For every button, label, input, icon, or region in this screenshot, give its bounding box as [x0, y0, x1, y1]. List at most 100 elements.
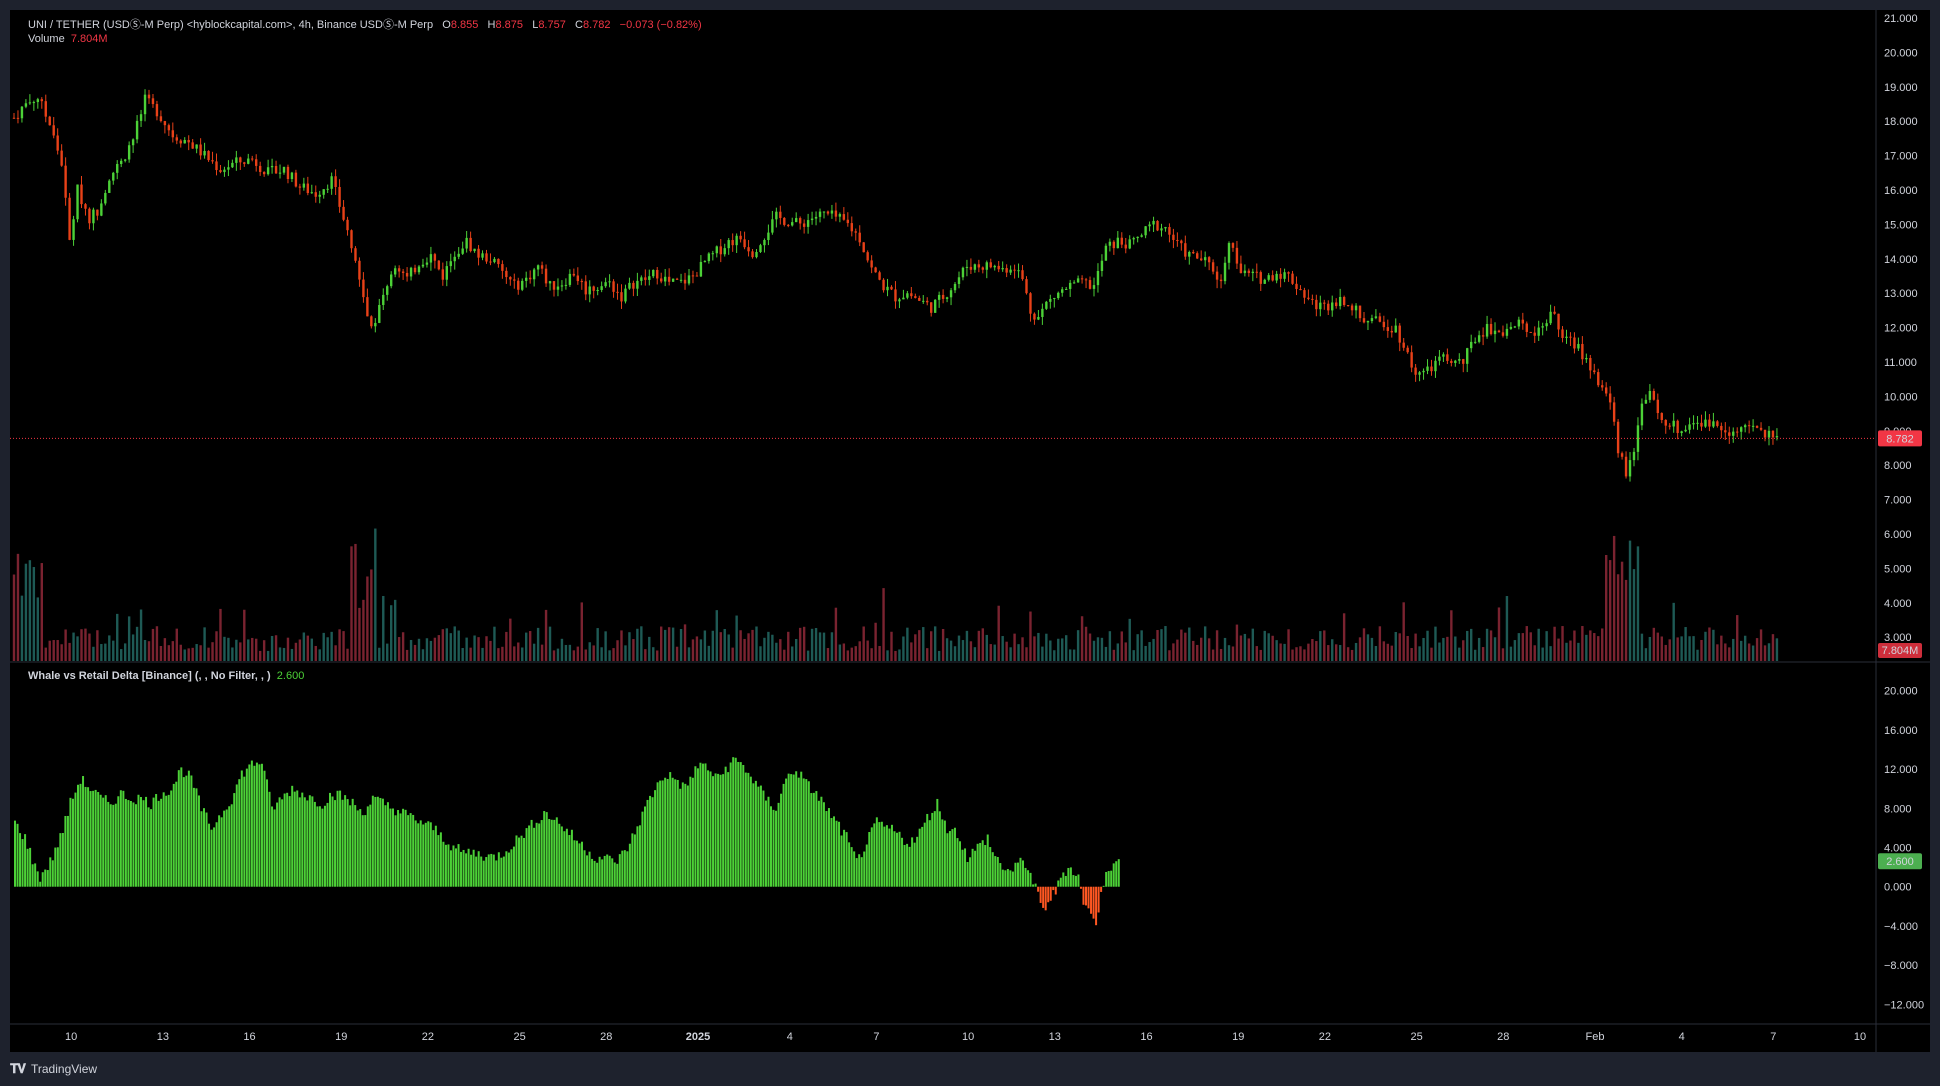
- delta-tick-label: 12.000: [1884, 764, 1918, 776]
- candle-body: [318, 194, 321, 197]
- delta-bar: [208, 823, 211, 887]
- delta-bar: [1034, 883, 1037, 887]
- candle-body: [1346, 305, 1350, 307]
- candle-body: [346, 219, 349, 231]
- volume-bar: [374, 528, 377, 661]
- volume-bar: [1414, 633, 1417, 661]
- chart-canvas[interactable]: 21.000 20.000 19.000 18.000 17.000 16.000 15.0…: [10, 10, 1930, 1052]
- candle-body: [1747, 425, 1751, 427]
- delta-bar: [621, 850, 624, 887]
- delta-bar: [545, 812, 548, 887]
- delta-bar: [1057, 880, 1060, 887]
- delta-bar: [790, 774, 793, 887]
- volume-bar: [568, 644, 572, 661]
- candle-body: [473, 248, 476, 252]
- candle-body: [334, 176, 337, 187]
- volume-bar: [795, 639, 798, 661]
- candle-body: [1743, 425, 1747, 428]
- volume-bar: [1652, 627, 1656, 661]
- candle-body: [1466, 348, 1469, 364]
- time-tick-label: 22: [1319, 1031, 1331, 1043]
- delta-bar: [873, 823, 876, 887]
- candle-body: [425, 262, 429, 265]
- volume-bar: [878, 645, 881, 661]
- delta-bar: [283, 793, 286, 887]
- candle-body: [846, 219, 850, 224]
- candle-body: [1231, 243, 1235, 248]
- indicator-title[interactable]: Whale vs Retail Delta [Binance] (, , No …: [28, 670, 271, 682]
- volume-bar: [147, 641, 151, 661]
- candle-body: [278, 172, 282, 174]
- volume-bar: [1029, 611, 1032, 661]
- volume-bar: [270, 635, 274, 661]
- volume-bar: [1704, 631, 1707, 661]
- candle-body: [1601, 385, 1604, 388]
- delta-bar: [127, 800, 130, 887]
- delta-bar: [384, 805, 387, 887]
- candle-body: [131, 139, 135, 146]
- symbol-title[interactable]: UNI / TETHER (USDⓈ-M Perp) <hyblockcapit…: [28, 16, 433, 32]
- candle-body: [1525, 323, 1528, 332]
- delta-bar: [623, 850, 626, 887]
- brand-label[interactable]: TradingView: [31, 1062, 97, 1076]
- volume-bar: [64, 629, 67, 661]
- delta-bar: [306, 800, 309, 887]
- delta-bar: [434, 825, 437, 887]
- volume-bar: [517, 642, 520, 661]
- volume-bar: [1259, 649, 1262, 661]
- volume-bar: [1648, 636, 1652, 661]
- candle-body: [715, 246, 718, 254]
- delta-bar: [618, 854, 621, 887]
- delta-bar: [1107, 871, 1110, 887]
- candle-body: [378, 304, 381, 323]
- delta-bar: [840, 835, 843, 887]
- delta-bar: [948, 831, 951, 887]
- candle-body: [1124, 244, 1127, 249]
- delta-bar: [24, 834, 27, 887]
- delta-bar: [1097, 886, 1100, 913]
- volume-bar: [866, 640, 869, 661]
- volume-bar: [1489, 630, 1493, 661]
- volume-bar: [278, 647, 282, 661]
- volume-bar: [235, 639, 238, 661]
- volume-bar: [1450, 610, 1453, 661]
- delta-bar: [969, 857, 972, 887]
- volume-label[interactable]: Volume: [28, 33, 65, 45]
- delta-bar: [979, 842, 982, 887]
- delta-bar: [1067, 867, 1070, 887]
- volume-bar: [1589, 630, 1592, 661]
- delta-bar: [676, 779, 679, 887]
- delta-bar: [971, 848, 974, 887]
- candle-body: [1092, 285, 1096, 289]
- candle-body: [1041, 308, 1044, 317]
- volume-bar: [540, 644, 544, 661]
- volume-bar: [616, 640, 619, 661]
- volume-bar: [1505, 596, 1509, 661]
- delta-bar: [581, 841, 583, 887]
- candle-body: [76, 184, 79, 220]
- volume-bar: [44, 647, 47, 661]
- volume-bar: [405, 649, 409, 661]
- tradingview-logo-icon[interactable]: 𝐓𝐕: [10, 1061, 26, 1077]
- candle-body: [572, 273, 576, 276]
- volume-bar: [104, 643, 107, 661]
- volume-bar: [1271, 635, 1274, 661]
- candle-body: [1481, 335, 1485, 337]
- volume-bar: [731, 647, 734, 661]
- candle-body: [1354, 305, 1358, 311]
- candle-body: [497, 258, 500, 265]
- volume-bar: [1581, 626, 1584, 661]
- volume-bar: [735, 615, 738, 661]
- delta-bar: [1029, 872, 1032, 887]
- delta-bar: [709, 771, 712, 887]
- delta-bar: [326, 802, 329, 887]
- candle-body: [239, 157, 242, 163]
- delta-bar: [311, 796, 314, 887]
- delta-bar: [586, 855, 589, 887]
- delta-bar: [719, 774, 722, 887]
- delta-bar: [926, 813, 929, 887]
- delta-bar: [1059, 877, 1062, 887]
- delta-bar: [654, 790, 657, 887]
- price-tick-label: 7.000: [1884, 495, 1912, 507]
- volume-bar: [981, 628, 985, 661]
